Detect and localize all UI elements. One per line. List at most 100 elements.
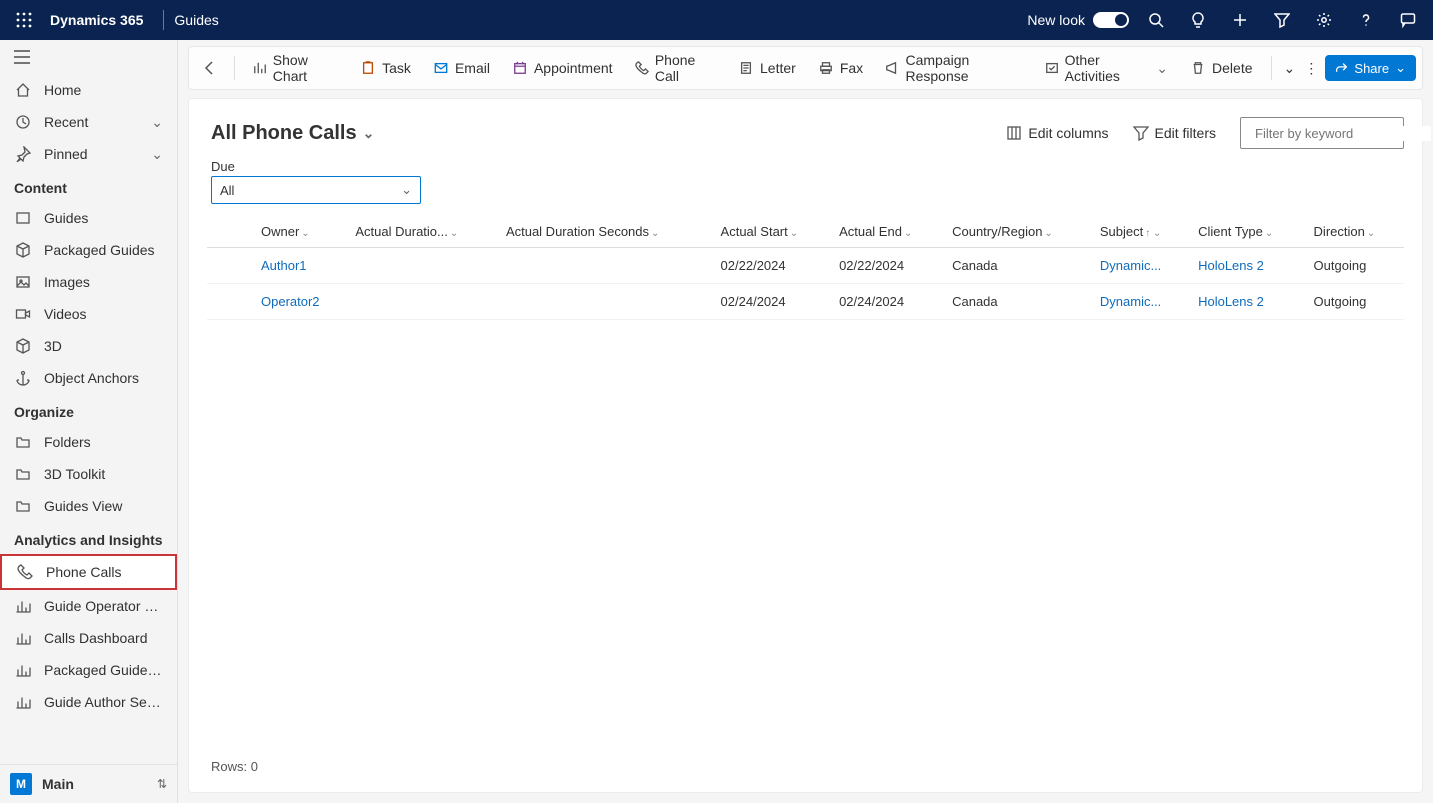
- nav-recent[interactable]: Recent ⌄: [0, 106, 177, 138]
- due-select[interactable]: All ⌄: [211, 176, 421, 204]
- cmd-label: Phone Call: [655, 52, 716, 84]
- nav-3d[interactable]: 3D: [0, 330, 177, 362]
- toggle-switch[interactable]: [1093, 12, 1129, 28]
- nav-object-anchors[interactable]: Object Anchors: [0, 362, 177, 394]
- folder-icon: [14, 497, 32, 515]
- more-commands[interactable]: ⋮: [1301, 54, 1321, 83]
- nav-label: Object Anchors: [44, 370, 163, 386]
- cell-actual-duration-seconds: [498, 248, 713, 284]
- cmd-label: Letter: [760, 60, 796, 76]
- plus-icon[interactable]: [1223, 0, 1257, 40]
- cmd-letter[interactable]: Letter: [728, 51, 806, 85]
- help-icon[interactable]: [1349, 0, 1383, 40]
- nav-phone-calls[interactable]: Phone Calls: [0, 554, 177, 590]
- cmd-campaign-response[interactable]: Campaign Response: [875, 51, 1032, 85]
- cell-subject[interactable]: Dynamic...: [1092, 284, 1190, 320]
- chevron-down-icon: ⌄: [363, 125, 375, 142]
- app-launcher-icon[interactable]: [8, 12, 40, 28]
- chevron-down-icon: ⌄: [151, 114, 163, 131]
- nav-calls-dashboard[interactable]: Calls Dashboard: [0, 622, 177, 654]
- nav-packaged-guides-op[interactable]: Packaged Guides Op...: [0, 654, 177, 686]
- new-look-toggle[interactable]: New look: [1027, 12, 1129, 28]
- separator: [234, 56, 235, 80]
- nav-3d-toolkit[interactable]: 3D Toolkit: [0, 458, 177, 490]
- nav-pinned[interactable]: Pinned ⌄: [0, 138, 177, 170]
- email-icon: [433, 60, 449, 76]
- chart-icon: [253, 60, 267, 76]
- cell-actual-duration: [347, 284, 498, 320]
- cell-owner[interactable]: Author1: [253, 248, 347, 284]
- pin-icon: [14, 145, 32, 163]
- chevron-down-icon: ⌄: [1156, 60, 1168, 77]
- grid-footer: Rows: 0: [207, 751, 1404, 782]
- col-direction[interactable]: Direction⌄: [1306, 216, 1404, 248]
- nav-home[interactable]: Home: [0, 74, 177, 106]
- chat-icon[interactable]: [1391, 0, 1425, 40]
- col-subject[interactable]: Subject↑ ⌄: [1092, 216, 1190, 248]
- cell-owner[interactable]: Operator2: [253, 284, 347, 320]
- filter-keyword-input[interactable]: [1255, 126, 1431, 141]
- cell-direction: Outgoing: [1306, 248, 1404, 284]
- cmd-email[interactable]: Email: [423, 51, 500, 85]
- cell-country: Canada: [944, 248, 1092, 284]
- cmd-task[interactable]: Task: [350, 51, 421, 85]
- command-bar: Show Chart Task Email Appointment Phone …: [188, 46, 1423, 90]
- col-actual-duration-seconds[interactable]: Actual Duration Seconds⌄: [498, 216, 713, 248]
- nav-label: Recent: [44, 114, 139, 130]
- cell-client-type[interactable]: HoloLens 2: [1190, 284, 1305, 320]
- col-actual-duration[interactable]: Actual Duratio...⌄: [347, 216, 498, 248]
- nav-guide-operator-sessions[interactable]: Guide Operator Sessi...: [0, 590, 177, 622]
- header-row: Owner⌄ Actual Duratio...⌄ Actual Duratio…: [207, 216, 1404, 248]
- edit-columns-button[interactable]: Edit columns: [1006, 125, 1108, 141]
- table-row[interactable]: Author1 02/22/2024 02/22/2024 Canada Dyn…: [207, 248, 1404, 284]
- col-country-region[interactable]: Country/Region⌄: [944, 216, 1092, 248]
- search-icon[interactable]: [1139, 0, 1173, 40]
- nav-videos[interactable]: Videos: [0, 298, 177, 330]
- cmd-fax[interactable]: Fax: [808, 51, 873, 85]
- rect-icon: [14, 209, 32, 227]
- cell-actual-start: 02/22/2024: [713, 248, 832, 284]
- area-switcher[interactable]: M Main ⇅: [0, 764, 177, 803]
- nav-packaged-guides[interactable]: Packaged Guides: [0, 234, 177, 266]
- gear-icon[interactable]: [1307, 0, 1341, 40]
- col-client-type[interactable]: Client Type⌄: [1190, 216, 1305, 248]
- app-name[interactable]: Guides: [174, 12, 230, 28]
- share-label: Share: [1354, 61, 1389, 76]
- edit-filters-button[interactable]: Edit filters: [1133, 125, 1216, 141]
- hamburger-icon[interactable]: [0, 40, 177, 74]
- back-button[interactable]: [195, 51, 226, 85]
- delete-chevron[interactable]: ⌄: [1279, 54, 1299, 83]
- cmd-show-chart[interactable]: Show Chart: [243, 51, 349, 85]
- due-label: Due: [211, 159, 1404, 174]
- col-actual-start[interactable]: Actual Start⌄: [713, 216, 832, 248]
- cell-subject[interactable]: Dynamic...: [1092, 248, 1190, 284]
- activity-icon: [1045, 60, 1059, 76]
- filter-keyword-box[interactable]: [1240, 117, 1404, 149]
- lightbulb-icon[interactable]: [1181, 0, 1215, 40]
- content-panel: All Phone Calls ⌄ Edit columns Edit filt…: [188, 98, 1423, 793]
- task-icon: [360, 60, 376, 76]
- cmd-delete[interactable]: Delete: [1180, 51, 1262, 85]
- nav-label: Calls Dashboard: [44, 630, 163, 646]
- cmd-other-activities[interactable]: Other Activities⌄: [1035, 51, 1178, 85]
- global-header: Dynamics 365 Guides New look: [0, 0, 1433, 40]
- cmd-phone-call[interactable]: Phone Call: [625, 51, 726, 85]
- nav-images[interactable]: Images: [0, 266, 177, 298]
- view-title[interactable]: All Phone Calls ⌄: [207, 122, 374, 145]
- col-actual-end[interactable]: Actual End⌄: [831, 216, 944, 248]
- nav-guides[interactable]: Guides: [0, 202, 177, 234]
- table-row[interactable]: Operator2 02/24/2024 02/24/2024 Canada D…: [207, 284, 1404, 320]
- chart-icon: [14, 597, 32, 615]
- nav-guides-view[interactable]: Guides View: [0, 490, 177, 522]
- cmd-label: Show Chart: [273, 52, 338, 84]
- cell-client-type[interactable]: HoloLens 2: [1190, 248, 1305, 284]
- nav-folders[interactable]: Folders: [0, 426, 177, 458]
- nav-label: Videos: [44, 306, 163, 322]
- cmd-appointment[interactable]: Appointment: [502, 51, 623, 85]
- col-select[interactable]: [207, 216, 253, 248]
- anchor-icon: [14, 369, 32, 387]
- nav-guide-author-sessions[interactable]: Guide Author Sessions: [0, 686, 177, 718]
- share-button[interactable]: Share ⌄: [1325, 55, 1416, 81]
- filter-icon[interactable]: [1265, 0, 1299, 40]
- col-owner[interactable]: Owner⌄: [253, 216, 347, 248]
